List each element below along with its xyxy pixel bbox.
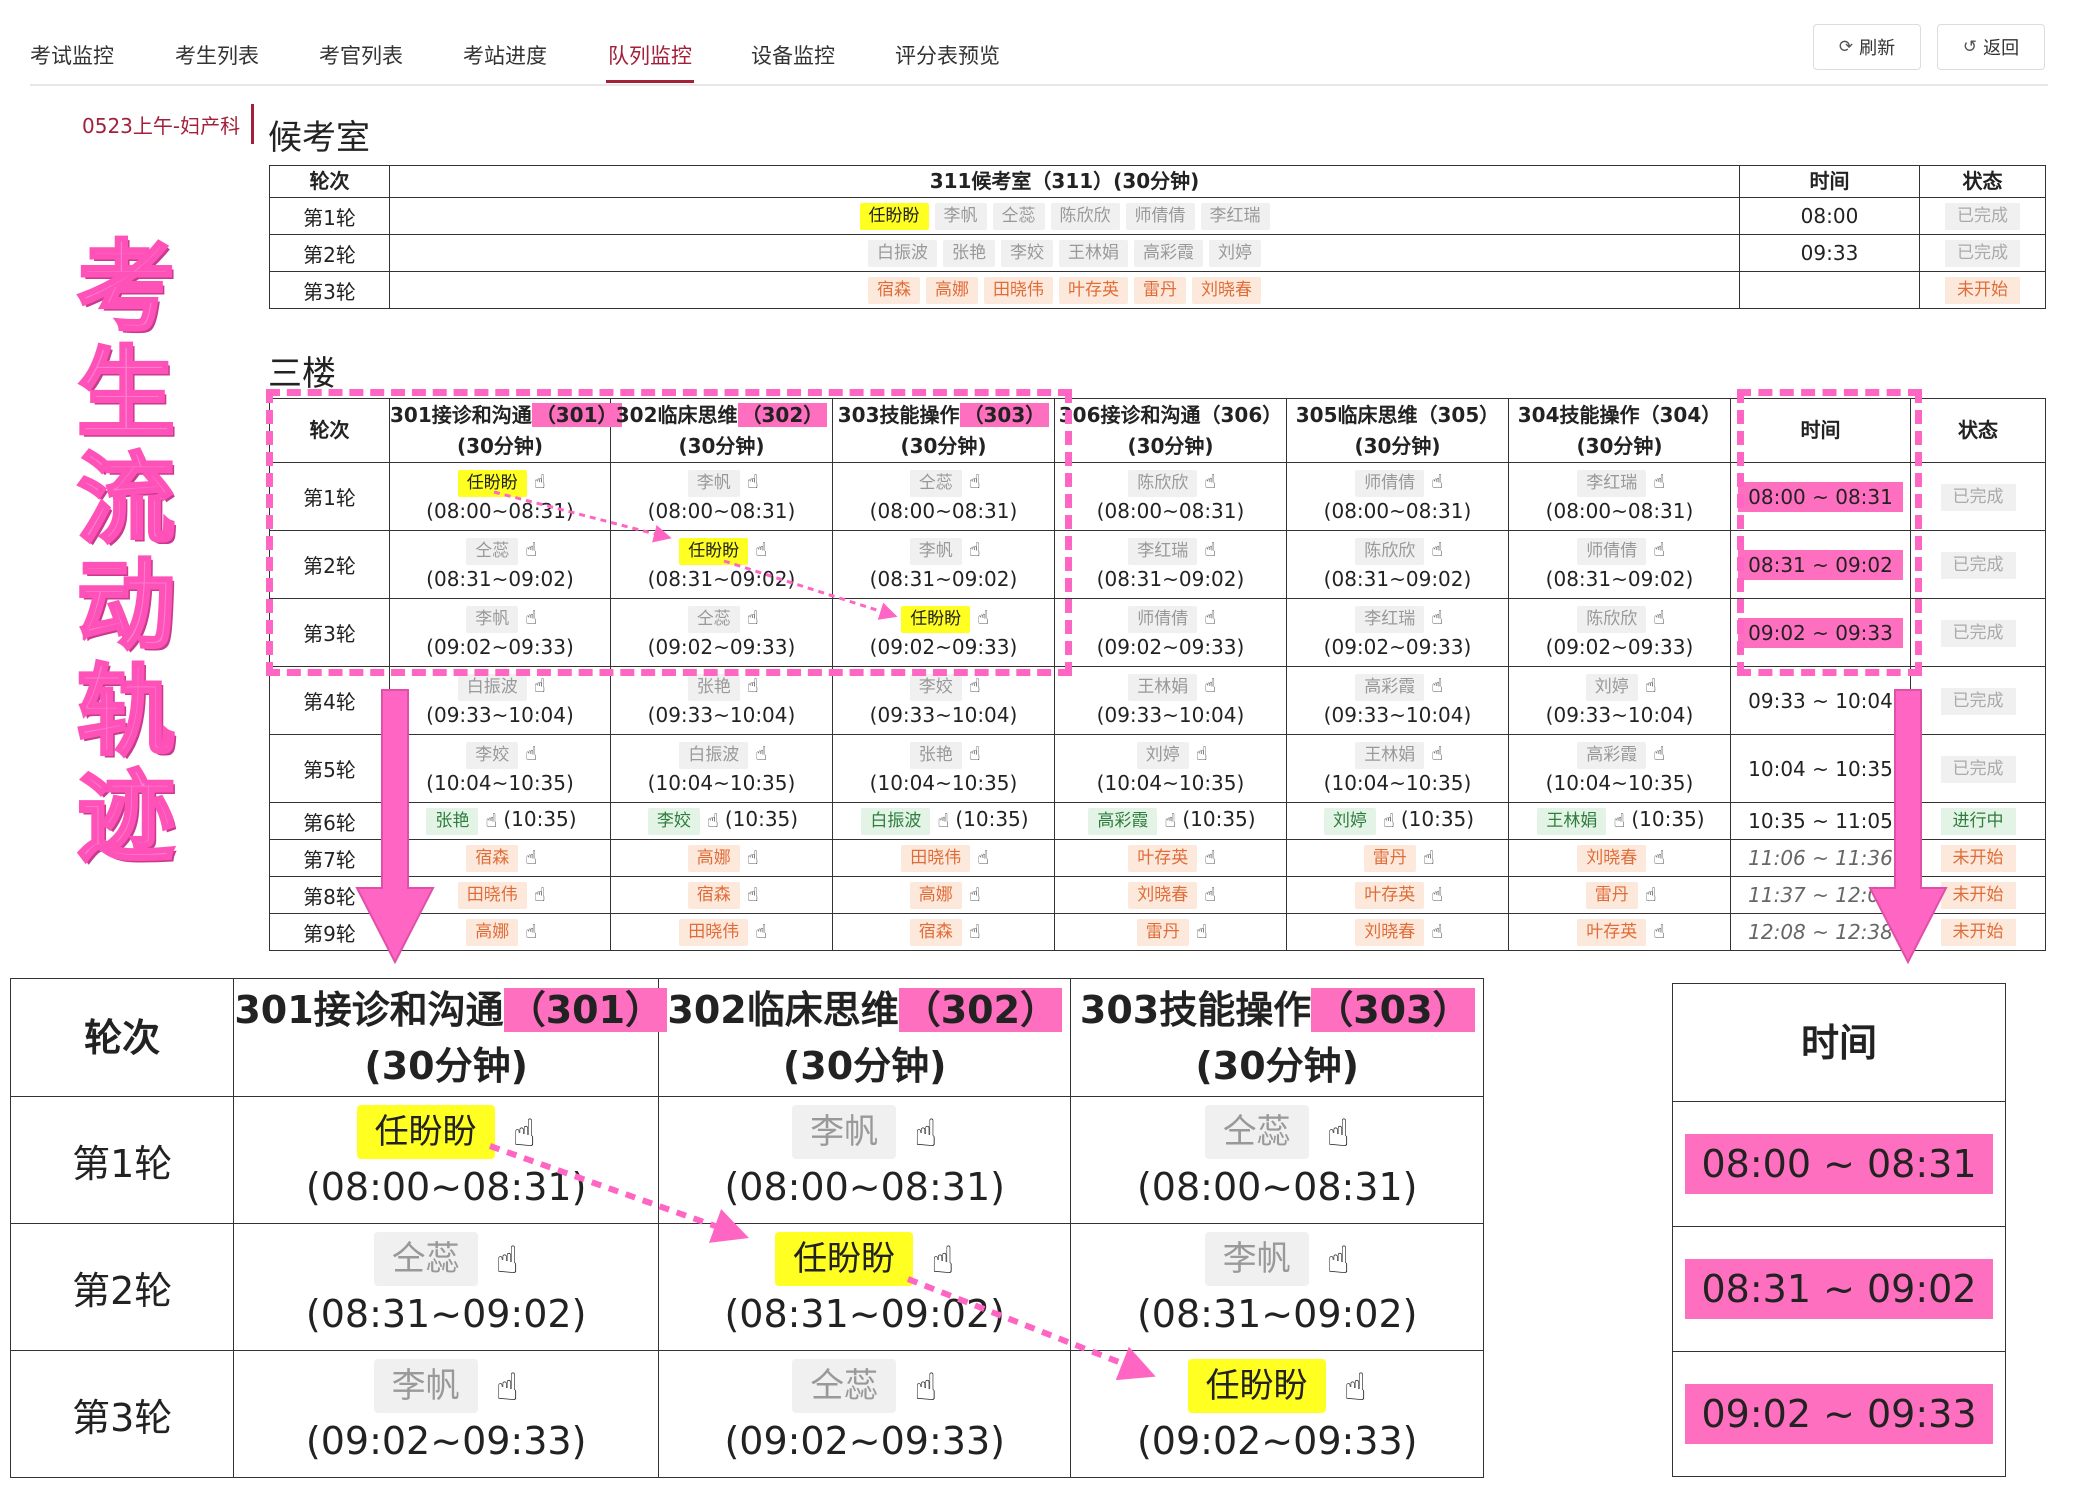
zoom-flow-arrow-2 — [906, 1276, 1156, 1381]
zoom-down-arrow-right — [1868, 689, 1948, 965]
zoom-down-arrow-left — [355, 689, 435, 965]
flow-arrow-round1-to-2 — [493, 490, 672, 543]
flow-arrow-round2-to-3 — [723, 559, 898, 620]
zoom-flow-arrow-1 — [488, 1143, 749, 1243]
arrow-overlay — [355, 490, 1948, 1381]
